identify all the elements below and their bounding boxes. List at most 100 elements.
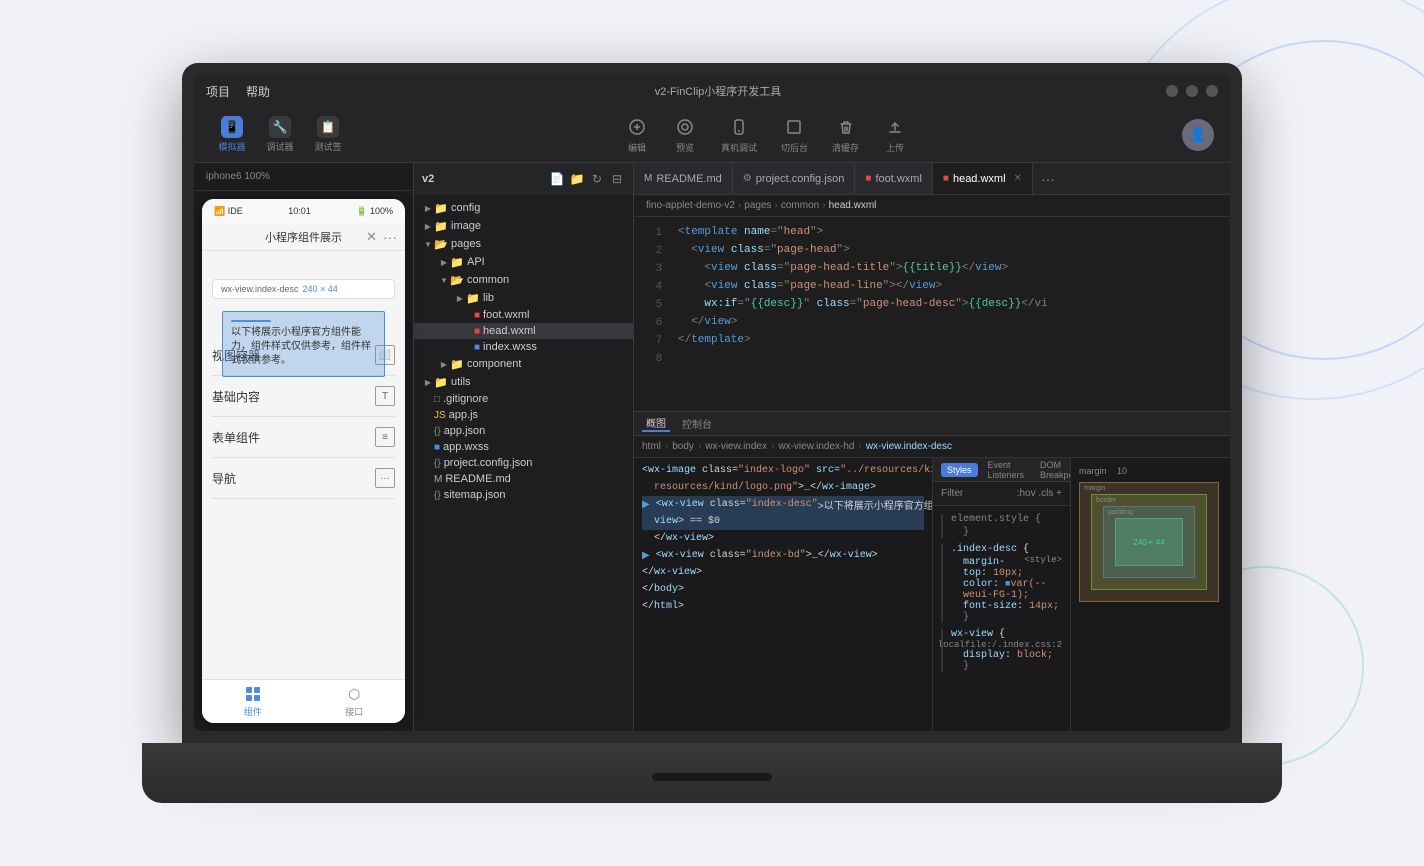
tree-item-image[interactable]: ▶ 📁 image (414, 217, 633, 235)
tree-item-index-wxss[interactable]: ▶ ■ index.wxss (414, 339, 633, 355)
tree-item-appjs[interactable]: ▶ JS app.js (414, 407, 633, 423)
tree-item-gitignore[interactable]: ▶ □ .gitignore (414, 391, 633, 407)
styles-tab-styles[interactable]: Styles (941, 463, 978, 477)
tree-item-pages[interactable]: ▼ 📂 pages (414, 235, 633, 253)
styles-content: element.style { } (933, 506, 1070, 731)
debugger-button[interactable]: 🔧 调试器 (258, 112, 302, 157)
folder-lib-icon: 📁 (466, 291, 480, 305)
arrow-component: ▶ (438, 358, 450, 370)
el-bc-wxview-index[interactable]: wx-view.index (705, 441, 767, 452)
refresh-icon[interactable]: ↻ (589, 171, 605, 187)
arrow-image: ▶ (422, 220, 434, 232)
tab-foot-wxml[interactable]: ■ foot.wxml (855, 163, 933, 194)
breadcrumb-sep-3: › (822, 200, 825, 211)
el-bc-wxview-hd[interactable]: wx-view.index-hd (778, 441, 854, 452)
preview-action[interactable]: 预览 (673, 115, 697, 154)
title-bar-left: 项目 帮助 (206, 83, 270, 100)
file-tree-header: v2 📄 📁 ↻ ⊟ (414, 163, 633, 195)
tree-item-readme[interactable]: ▶ M README.md (414, 471, 633, 487)
tab-overview[interactable]: 概图 (642, 415, 670, 432)
device-debug-icon (727, 115, 751, 139)
nav-dots[interactable]: ··· (383, 229, 397, 245)
tree-item-appwxss[interactable]: ▶ ■ app.wxss (414, 439, 633, 455)
styles-tab-dom[interactable]: DOM Breakpoints (1034, 458, 1070, 482)
styles-tab-events[interactable]: Event Listeners (982, 458, 1031, 482)
line-3: 3 (634, 259, 670, 277)
tab-console[interactable]: 控制台 (678, 416, 716, 431)
toolbar-right: 👤 (1182, 119, 1214, 151)
clear-cache-icon (834, 115, 858, 139)
test-button[interactable]: 📋 测试签 (306, 112, 350, 157)
styles-filter: Filter :hov .cls + (933, 482, 1070, 506)
list-item-basic-content[interactable]: 基础内容 T (212, 376, 395, 417)
element-breadcrumb: html › body › wx-view.index › wx-view.in… (634, 436, 1230, 458)
tab-project-config[interactable]: ⚙ project.config.json (733, 163, 856, 194)
device-debug-action[interactable]: 真机调试 (721, 115, 757, 154)
simulator-button[interactable]: 📱 模拟器 (210, 112, 254, 157)
appjs-icon: JS (434, 410, 446, 421)
tab-head-wxml[interactable]: ■ head.wxml ✕ (933, 163, 1033, 194)
laptop-base (142, 743, 1282, 803)
clear-cache-action[interactable]: 清缓存 (832, 115, 859, 154)
code-line-4: <view class="page-head-line"></view> (678, 277, 1230, 295)
upload-icon (883, 115, 907, 139)
laptop: 项目 帮助 v2-FinClip小程序开发工具 (182, 63, 1242, 803)
tab-readme[interactable]: M README.md (634, 163, 733, 194)
tab-interface[interactable]: ⬡ 接口 (304, 685, 406, 718)
el-bc-wxview-desc[interactable]: wx-view.index-desc (866, 441, 952, 452)
nav-close[interactable]: ✕ (366, 229, 377, 245)
nav-icon: ··· (375, 468, 395, 488)
switch-bg-action[interactable]: 切后台 (781, 115, 808, 154)
file-tree-content: ▶ 📁 config ▶ 📁 image (414, 195, 633, 731)
line-4: 4 (634, 277, 670, 295)
minimize-button[interactable] (1186, 85, 1198, 97)
filter-input[interactable]: Filter (941, 488, 1009, 499)
html-tree-line-3: ▶ <wx-view class="index-desc">以下将展示小程序官方… (642, 496, 924, 513)
tree-item-config[interactable]: ▶ 📁 config (414, 199, 633, 217)
collapse-icon[interactable]: ⊟ (609, 171, 625, 187)
html-tree-line-6: ▶ <wx-view class="index-bd">_</wx-view> (642, 547, 924, 564)
tree-item-component[interactable]: ▶ 📁 component (414, 355, 633, 373)
edit-action[interactable]: 编辑 (625, 115, 649, 154)
el-bc-html[interactable]: html (642, 441, 661, 452)
rule-header-wxview: wx-view { localfile:/.index.css:2 (951, 629, 1062, 640)
code-line-6: </view> (678, 313, 1230, 331)
breadcrumb-common: common (781, 200, 819, 211)
tree-item-api[interactable]: ▶ 📁 API (414, 253, 633, 271)
close-button[interactable] (1166, 85, 1178, 97)
tree-item-projectjson[interactable]: ▶ {} project.config.json (414, 455, 633, 471)
title-bar: 项目 帮助 v2-FinClip小程序开发工具 (194, 75, 1230, 107)
list-item-form[interactable]: 表单组件 ≡ (212, 417, 395, 458)
upload-action[interactable]: 上传 (883, 115, 907, 154)
edit-icon (625, 115, 649, 139)
rule-close-element: } (963, 527, 1062, 538)
tree-item-foot-wxml[interactable]: ▶ ■ foot.wxml (414, 307, 633, 323)
tree-item-head-wxml[interactable]: ▶ ■ head.wxml (414, 323, 633, 339)
tooltip-label: wx-view.index-desc (221, 284, 299, 294)
tree-item-common[interactable]: ▼ 📂 common (414, 271, 633, 289)
tab-components[interactable]: 组件 (202, 685, 304, 718)
simulator-label: 模拟器 (218, 140, 245, 153)
new-folder-icon[interactable]: 📁 (569, 171, 585, 187)
margin-label: margin (1084, 485, 1105, 492)
new-file-icon[interactable]: 📄 (549, 171, 565, 187)
tree-item-appjson[interactable]: ▶ {} app.json (414, 423, 633, 439)
tooltip-dimensions: 240 × 44 (303, 284, 338, 294)
maximize-button[interactable] (1206, 85, 1218, 97)
main-content: iphone6 100% 📶 IDE 10:01 🔋 100% 小程 (194, 163, 1230, 731)
list-item-nav[interactable]: 导航 ··· (212, 458, 395, 499)
el-bc-body[interactable]: body (672, 441, 694, 452)
box-model-title: margin 10 (1079, 466, 1222, 476)
menu-item-help[interactable]: 帮助 (246, 83, 270, 100)
html-tree-line-8: </body> (642, 581, 924, 598)
head-tab-close[interactable]: ✕ (1014, 173, 1022, 184)
tree-item-sitemapjson[interactable]: ▶ {} sitemap.json (414, 487, 633, 503)
tab-more[interactable]: ··· (1033, 163, 1063, 194)
filter-pseudo[interactable]: :hov .cls + (1017, 488, 1062, 499)
tree-item-utils[interactable]: ▶ 📁 utils (414, 373, 633, 391)
code-lines[interactable]: <template name="head"> <view class="page… (670, 217, 1230, 411)
user-avatar[interactable]: 👤 (1182, 119, 1214, 151)
tree-item-lib[interactable]: ▶ 📁 lib (414, 289, 633, 307)
breadcrumb-bar: fino-applet-demo-v2 › pages › common › h… (634, 195, 1230, 217)
menu-item-project[interactable]: 项目 (206, 83, 230, 100)
